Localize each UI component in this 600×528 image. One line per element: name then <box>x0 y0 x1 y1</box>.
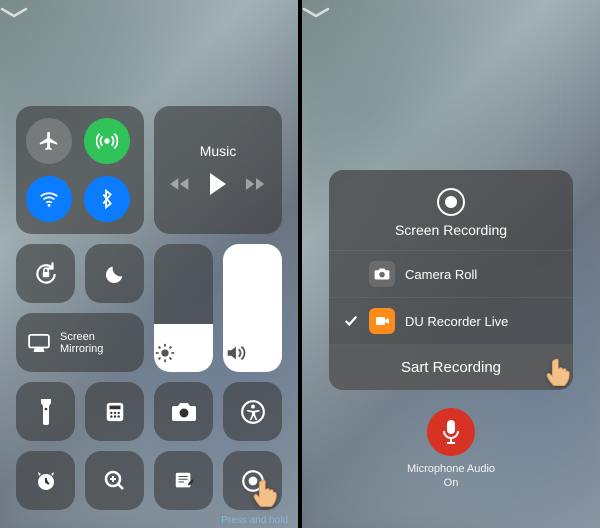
alarm-button[interactable] <box>16 451 75 510</box>
press-and-hold-hint: Press and hold <box>221 515 288 526</box>
volume-slider[interactable] <box>223 244 282 372</box>
popover-header: Screen Recording <box>329 170 573 251</box>
microphone-audio-toggle[interactable]: Microphone Audio On <box>302 408 600 491</box>
du-recorder-icon <box>369 308 395 334</box>
brightness-slider[interactable] <box>154 244 213 372</box>
rewind-icon[interactable] <box>170 177 190 191</box>
chevron-down-icon[interactable] <box>0 0 298 20</box>
screen-recording-popover-screenshot: Screen Recording Camera Roll DU Recorder… <box>302 0 600 528</box>
orientation-lock-button[interactable] <box>16 244 75 303</box>
flashlight-icon <box>39 399 53 425</box>
screen-mirroring-label: Screen Mirroring <box>60 331 103 355</box>
popover-title: Screen Recording <box>395 222 507 238</box>
music-label: Music <box>200 143 237 159</box>
accessibility-button[interactable] <box>223 382 282 441</box>
pointer-hand-icon <box>543 355 573 389</box>
do-not-disturb-button[interactable] <box>85 244 144 303</box>
microphone-icon <box>427 408 475 456</box>
bluetooth-icon <box>99 188 115 210</box>
connectivity-tile[interactable] <box>16 106 144 234</box>
option-label: DU Recorder Live <box>405 314 508 329</box>
destination-option-du-recorder[interactable]: DU Recorder Live <box>329 298 573 345</box>
calculator-icon <box>104 401 126 423</box>
magnifier-button[interactable] <box>85 451 144 510</box>
orientation-lock-icon <box>33 261 59 287</box>
start-recording-label: Sart Recording <box>401 359 501 376</box>
notes-icon <box>173 470 195 492</box>
accessibility-icon <box>240 399 266 425</box>
magnifier-icon <box>103 469 127 493</box>
mic-label-line2: On <box>407 476 495 490</box>
wifi-toggle[interactable] <box>26 176 72 222</box>
airplane-icon <box>38 130 60 152</box>
control-center-screenshot: Music <box>0 0 298 528</box>
screen-recording-popover: Screen Recording Camera Roll DU Recorder… <box>329 170 573 390</box>
music-tile[interactable]: Music <box>154 106 282 234</box>
bluetooth-toggle[interactable] <box>84 176 130 222</box>
wifi-icon <box>38 188 60 210</box>
chevron-down-icon[interactable] <box>302 0 600 20</box>
cellular-data-toggle[interactable] <box>84 118 130 164</box>
screen-mirroring-icon <box>28 334 50 352</box>
start-recording-button[interactable]: Sart Recording <box>329 345 573 390</box>
notes-button[interactable] <box>154 451 213 510</box>
volume-icon <box>223 342 282 364</box>
play-icon[interactable] <box>208 173 228 195</box>
flashlight-button[interactable] <box>16 382 75 441</box>
mic-label-line1: Microphone Audio <box>407 462 495 476</box>
camera-icon <box>171 402 197 422</box>
camera-roll-icon <box>369 261 395 287</box>
moon-icon <box>104 263 126 285</box>
record-icon <box>437 188 465 216</box>
pointer-hand-icon <box>250 476 284 510</box>
brightness-icon <box>154 342 213 364</box>
screen-mirroring-button[interactable]: Screen Mirroring <box>16 313 144 372</box>
check-icon <box>343 314 359 328</box>
cellular-icon <box>96 130 118 152</box>
camera-button[interactable] <box>154 382 213 441</box>
calculator-button[interactable] <box>85 382 144 441</box>
forward-icon[interactable] <box>246 177 266 191</box>
destination-option-camera-roll[interactable]: Camera Roll <box>329 251 573 298</box>
option-label: Camera Roll <box>405 267 477 282</box>
control-center-panel: Music <box>0 96 298 526</box>
alarm-icon <box>34 469 58 493</box>
airplane-mode-toggle[interactable] <box>26 118 72 164</box>
